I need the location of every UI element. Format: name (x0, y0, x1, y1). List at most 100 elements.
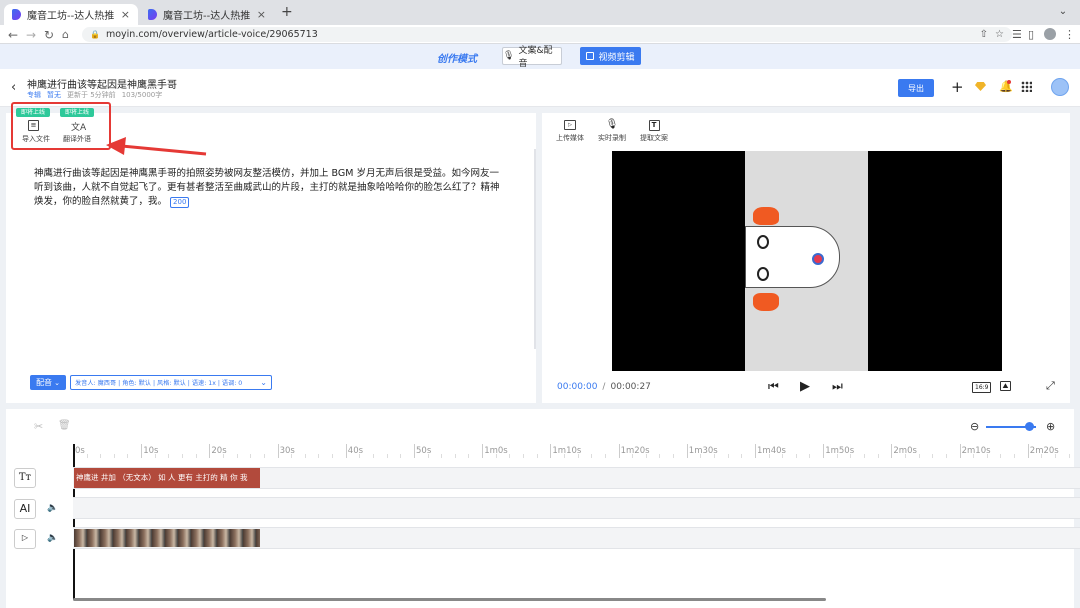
translate-tool[interactable]: 即将上线 文A 翻译外语 (60, 108, 96, 148)
ruler-minor-tick (577, 454, 579, 458)
word-count-badge: 200 (170, 197, 190, 208)
album-label[interactable]: 专辑 (27, 90, 41, 100)
current-time: 00:00:00 (557, 382, 598, 392)
ruler-minor-tick (604, 454, 606, 458)
ai-audio-track[interactable] (73, 497, 1080, 519)
video-track-icon[interactable]: ▷ (14, 529, 36, 549)
ruler-minor-tick (359, 454, 361, 458)
tab-title: 魔音工坊--达人热推的短视频/有 (27, 11, 115, 22)
import-file-tool[interactable]: 即将上线 ≡ 导入文件 (16, 108, 52, 148)
diamond-vip-icon[interactable] (975, 82, 986, 91)
bookmark-star-icon[interactable]: ☆ (995, 29, 1004, 40)
editor-scrollbar[interactable] (534, 149, 536, 349)
tab-search-icon[interactable]: ⌄ (1056, 6, 1070, 18)
char-count: 103/5000字 (121, 91, 163, 99)
ruler-minor-tick (100, 454, 102, 458)
ruler-minor-tick (1068, 454, 1070, 458)
ruler-minor-tick (1014, 454, 1015, 458)
moyin-favicon-icon (148, 9, 157, 20)
ruler-tick-line (823, 444, 825, 458)
extract-text-label: 提取文案 (640, 134, 668, 142)
zoom-slider-handle[interactable] (1024, 422, 1034, 431)
ruler-minor-tick (536, 454, 538, 458)
zoom-out-icon[interactable]: ⊖ (970, 420, 979, 433)
ruler-minor-tick (809, 454, 811, 458)
page-title: 神鹰进行曲该等起因是神鹰黑手哥 (27, 80, 177, 91)
cartoon-mouth (812, 253, 824, 265)
updated-time: 更新于 5分钟前 (67, 91, 116, 99)
time-display: 00:00:00 / 00:00:27 (557, 382, 651, 392)
ruler-minor-tick (223, 454, 224, 458)
share-icon[interactable]: ⇧ (980, 29, 988, 40)
back-arrow-icon[interactable]: ← (8, 28, 18, 42)
volume-icon[interactable]: 🔈 (47, 533, 58, 543)
notification-dot (1007, 80, 1011, 84)
apps-grid-icon[interactable] (1021, 81, 1032, 92)
ruler-tick-label: 20s (211, 446, 227, 456)
album-value[interactable]: 暂无 (47, 90, 61, 100)
live-record-tool[interactable]: 🎙 实时录制 (592, 119, 632, 143)
ruler-minor-tick (127, 454, 129, 458)
next-icon[interactable]: ⏭ (832, 379, 843, 394)
home-icon[interactable]: ⌂ (62, 28, 69, 41)
play-icon[interactable]: ▶ (800, 379, 810, 394)
sidebar-icon[interactable]: ▯ (1028, 28, 1034, 41)
ruler-minor-tick (877, 454, 879, 458)
ruler-tick-line (482, 444, 484, 458)
ruler-tick-line (277, 444, 279, 458)
reload-icon[interactable]: ↻ (44, 28, 54, 42)
extract-text-tool[interactable]: T 提取文案 (634, 120, 674, 143)
forward-arrow-icon[interactable]: → (26, 28, 36, 42)
volume-icon[interactable]: 🔈 (47, 503, 58, 513)
tab-close-icon[interactable]: × (251, 8, 266, 21)
export-button[interactable]: 导出 (898, 79, 934, 97)
video-preview[interactable] (612, 151, 1002, 371)
dub-button-label: 配音 (36, 378, 53, 387)
ruler-tick-label: 40s (347, 446, 364, 456)
ai-track-icon[interactable]: AI (14, 499, 36, 519)
ruler-minor-tick (523, 454, 524, 458)
ruler-tick-line (1027, 444, 1029, 458)
ruler-minor-tick (168, 454, 170, 458)
annotation-arrow-icon (106, 137, 207, 156)
editor-panel: 即将上线 ≡ 导入文件 即将上线 文A 翻译外语 神鹰进行曲该等起因是神鹰黑手哥… (6, 102, 536, 403)
back-icon[interactable]: ‹ (11, 80, 16, 95)
url-field[interactable]: 🔒 moyin.com/overview/article-voice/29065… (82, 27, 1012, 42)
live-record-label: 实时录制 (598, 134, 626, 142)
ruler-minor-tick (945, 454, 947, 458)
microphone-icon: 🎙 (503, 51, 515, 61)
user-avatar[interactable] (1051, 78, 1069, 96)
browser-tab-active[interactable]: 魔音工坊--达人热推的短视频/有 × (4, 4, 138, 25)
previous-icon[interactable]: ⏮ (768, 379, 779, 394)
ruler-minor-tick (836, 454, 838, 458)
dub-button[interactable]: 配音 ⌄ (30, 375, 66, 390)
voice-settings-select[interactable]: 发音人: 魔西哥 | 角色: 默认 | 风格: 默认 | 语速: 1x | 语调… (70, 375, 272, 390)
video-clip-thumbnails[interactable] (74, 529, 260, 547)
ruler-minor-tick (400, 454, 402, 458)
tab-close-icon[interactable]: × (115, 8, 130, 21)
coming-soon-badge: 即将上线 (60, 108, 94, 117)
subtitle-clip[interactable]: 神鹰进 井加 （无文本） 如 人 更有 主打的 精 你 我 (74, 468, 260, 488)
timeline-horizontal-scrollbar[interactable] (73, 598, 826, 601)
text-dub-mode-button[interactable]: 🎙 文案&配音 (502, 46, 562, 69)
scissors-icon[interactable]: ✂ (34, 420, 43, 433)
script-text-area[interactable]: 神鹰进行曲该等起因是神鹰黑手哥的拍照姿势被网友整活模仿，并加上 BGM 岁月无声… (34, 167, 506, 209)
total-time: 00:00:27 (610, 382, 651, 392)
reading-list-icon[interactable]: ☰ (1012, 28, 1022, 41)
trash-icon[interactable]: 🗑 (58, 420, 71, 431)
profile-avatar-icon[interactable] (1044, 28, 1056, 40)
ruler-tick-label: 50s (416, 446, 432, 456)
zoom-in-icon[interactable]: ⊕ (1046, 420, 1055, 433)
file-icon: ≡ (28, 120, 39, 131)
video-edit-mode-button[interactable]: 视频剪辑 (580, 47, 641, 65)
aspect-ratio-button[interactable]: 16:9 (972, 382, 992, 393)
browser-tab[interactable]: 魔音工坊--达人热推的短视频/有 × (140, 4, 274, 25)
fullscreen-icon[interactable]: ⤢ (1046, 379, 1055, 393)
image-icon[interactable]: ⛰ (1000, 381, 1011, 391)
add-icon[interactable]: + (951, 78, 964, 96)
browser-menu-icon[interactable]: ⋮ (1064, 28, 1075, 41)
upload-media-tool[interactable]: ▷ 上传媒体 (550, 120, 590, 143)
new-tab-button[interactable]: + (281, 4, 293, 20)
text-track-icon[interactable]: Tт (14, 468, 36, 488)
ruler-tick-line (959, 444, 961, 458)
